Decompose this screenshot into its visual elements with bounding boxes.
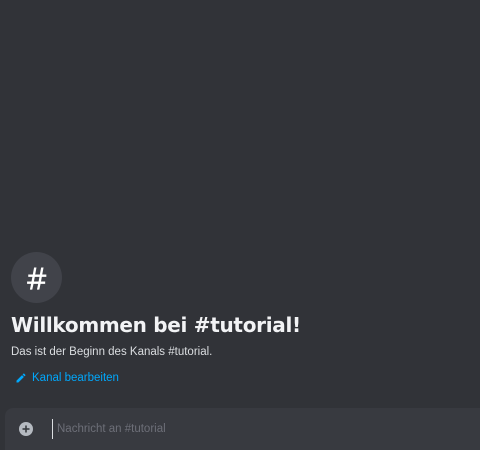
channel-welcome: Willkommen bei #tutorial! Das ist der Be… xyxy=(11,252,471,385)
attach-button[interactable] xyxy=(19,422,33,436)
message-composer xyxy=(5,408,480,450)
channel-avatar xyxy=(11,252,62,303)
hashtag-icon xyxy=(26,267,46,290)
welcome-description: Das ist der Beginn des Kanals #tutorial. xyxy=(11,346,213,358)
edit-channel-label: Kanal bearbeiten xyxy=(32,372,119,384)
plus-circle-icon xyxy=(22,425,30,433)
message-input[interactable] xyxy=(52,419,480,439)
chat-view: Willkommen bei #tutorial! Das ist der Be… xyxy=(0,0,480,450)
edit-channel-link[interactable]: Kanal bearbeiten xyxy=(15,371,119,385)
welcome-title: Willkommen bei #tutorial! xyxy=(11,313,301,337)
pencil-icon xyxy=(16,373,26,383)
